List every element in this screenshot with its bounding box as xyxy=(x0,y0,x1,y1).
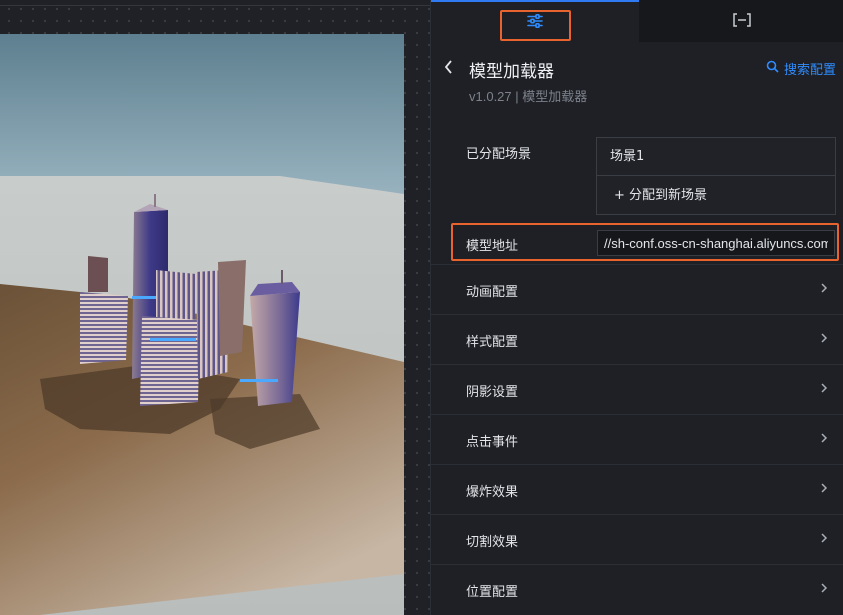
section-label: 阴影设置 xyxy=(466,385,519,400)
model-url-label: 模型地址 xyxy=(466,239,519,254)
city-model-scene xyxy=(0,176,404,615)
chevron-right-icon xyxy=(821,283,828,293)
canvas-ruler-line xyxy=(0,5,430,6)
config-panel: 模型加载器 v1.0.27 | 模型加载器 搜索配置 已分配场景 场景1 + 分… xyxy=(430,0,843,615)
section-position[interactable]: 位置配置 xyxy=(431,564,843,614)
chevron-right-icon xyxy=(821,433,828,443)
scene-item[interactable]: 场景1 xyxy=(597,138,835,176)
panel-tabbar xyxy=(431,0,843,42)
chevron-right-icon xyxy=(821,333,828,343)
version-label: v1.0.27 | 模型加载器 xyxy=(469,89,588,104)
chevron-right-icon xyxy=(821,483,828,493)
assign-new-scene-button[interactable]: + 分配到新场景 xyxy=(597,176,835,215)
section-label: 位置配置 xyxy=(466,585,519,600)
section-label: 样式配置 xyxy=(466,335,519,350)
section-label: 切割效果 xyxy=(466,535,519,550)
section-shadow[interactable]: 阴影设置 xyxy=(431,364,843,414)
section-explode[interactable]: 爆炸效果 xyxy=(431,464,843,514)
search-config-button[interactable]: 搜索配置 xyxy=(766,59,836,78)
section-click-event[interactable]: 点击事件 xyxy=(431,414,843,464)
search-config-label: 搜索配置 xyxy=(783,63,836,78)
section-animation[interactable]: 动画配置 xyxy=(431,264,843,314)
section-label: 爆炸效果 xyxy=(466,485,519,500)
assigned-scene-list: 场景1 + 分配到新场景 xyxy=(596,137,836,215)
chevron-right-icon xyxy=(821,383,828,393)
chevron-right-icon xyxy=(821,533,828,543)
section-label: 动画配置 xyxy=(466,285,519,300)
search-icon xyxy=(766,60,779,77)
sliders-icon xyxy=(527,13,543,32)
model-viewport[interactable] xyxy=(0,34,404,615)
section-label: 点击事件 xyxy=(466,435,519,450)
back-icon[interactable] xyxy=(441,58,457,76)
assigned-scene-label: 已分配场景 xyxy=(466,147,532,162)
page-title: 模型加载器 xyxy=(469,62,554,82)
model-url-input[interactable] xyxy=(597,230,835,256)
tab-settings[interactable] xyxy=(431,0,639,42)
bracket-collapse-icon xyxy=(732,12,752,31)
section-cut[interactable]: 切割效果 xyxy=(431,514,843,564)
panel-header: 模型加载器 v1.0.27 | 模型加载器 搜索配置 xyxy=(431,42,843,122)
section-style[interactable]: 样式配置 xyxy=(431,314,843,364)
preview-canvas xyxy=(0,0,430,615)
chevron-right-icon xyxy=(821,583,828,593)
tab-interaction[interactable] xyxy=(639,0,843,42)
